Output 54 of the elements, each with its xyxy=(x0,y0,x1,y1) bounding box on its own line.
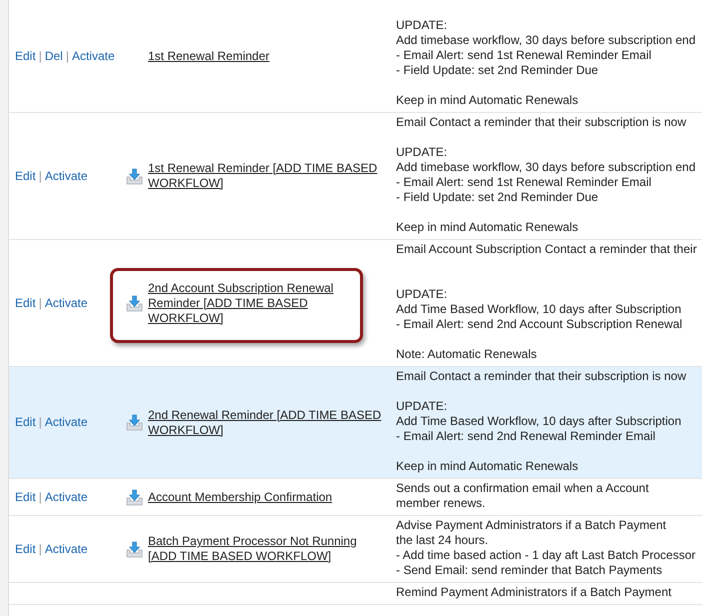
description-line: member renews. xyxy=(396,496,486,511)
description-line: Keep in mind Automatic Renewals xyxy=(396,459,580,474)
rule-name-link[interactable]: 1st Renewal Reminder [ADD TIME BASED WORKFLOW] xyxy=(148,161,383,191)
rule-name-link[interactable]: 1st Renewal Reminder xyxy=(148,48,383,64)
separator: | xyxy=(38,542,43,556)
description-line: - Send Email: send reminder that Batch Payments xyxy=(396,563,664,578)
action-link[interactable]: Activate xyxy=(44,168,88,184)
action-link[interactable]: Activate xyxy=(72,48,115,64)
separator: | xyxy=(38,48,43,64)
action-link[interactable]: Edit xyxy=(15,168,36,184)
description-line: the last 24 hours. xyxy=(396,533,490,548)
rule-name-link[interactable]: Account Membership Confirmation xyxy=(148,490,383,504)
rule-name-link[interactable]: 2nd Account Subscription Renewal Reminder [ADD TIME BASED WORKFLOW] xyxy=(148,280,383,326)
description-line: Add timebase workflow, 30 days before subscription end xyxy=(396,160,697,175)
action-link[interactable]: Edit xyxy=(15,296,36,310)
action-link[interactable]: Edit xyxy=(15,542,36,556)
description-line: Keep in mind Automatic Renewals xyxy=(396,93,580,108)
description-line: - Field Update: set 2nd Reminder Due xyxy=(396,190,600,205)
action-link[interactable]: Activate xyxy=(44,542,88,556)
description-line: Add Time Based Workflow, 10 days after Subscription xyxy=(396,302,682,317)
separator: | xyxy=(64,48,70,64)
description-line: Keep in mind Automatic Renewals xyxy=(396,220,580,235)
description-line: - Email Alert: send 2nd Renewal Reminder Email xyxy=(396,429,656,444)
description-line: Add Time Based Workflow, 10 days after Subscription xyxy=(396,414,682,429)
separator: | xyxy=(38,296,43,310)
action-link[interactable]: Edit xyxy=(15,490,36,504)
description-line: UPDATE: xyxy=(396,287,448,302)
rule-name-link[interactable]: Batch Payment Processor Not Running [ADD TIME BASED WORKFLOW] xyxy=(148,534,383,564)
description-line: Note: Automatic Renewals xyxy=(396,347,538,362)
action-link[interactable]: Activate xyxy=(44,490,88,504)
description-line: - Email Alert: send 2nd Account Subscription Renewal xyxy=(396,317,684,332)
description-line: Remind Payment Administrators if a Batch Payment xyxy=(396,585,672,600)
separator: | xyxy=(38,168,43,184)
description-line: Advise Payment Administrators if a Batch Payment xyxy=(396,518,668,533)
separator: | xyxy=(38,490,43,504)
action-link[interactable]: Activate xyxy=(44,415,88,430)
action-link[interactable]: Edit xyxy=(15,48,36,64)
description-line: - Email Alert: send 1st Renewal Reminder Email xyxy=(396,48,652,63)
description-line: - Add time based action - 1 day aft Last Batch Processor xyxy=(396,548,696,563)
description-line: Email Account Subscription Contact a reminder that their xyxy=(396,242,698,257)
action-link[interactable]: Del xyxy=(44,48,63,64)
description-line: Email Contact a reminder that their subscription is now xyxy=(396,115,688,130)
description-line: UPDATE: xyxy=(396,18,448,33)
description-line: - Field Update: set 2nd Reminder Due xyxy=(396,63,600,78)
description-line: UPDATE: xyxy=(396,399,448,414)
action-link[interactable]: Activate xyxy=(44,296,88,310)
action-link[interactable]: Edit xyxy=(15,415,36,430)
rule-name-link[interactable]: 2nd Renewal Reminder [ADD TIME BASED WORKFLOW] xyxy=(148,408,383,438)
description-line: Add timebase workflow, 30 days before subscription end xyxy=(396,33,697,48)
description-line: Email Contact a reminder that their subscription is now xyxy=(396,369,688,384)
description-line: UPDATE: xyxy=(396,145,448,160)
separator: | xyxy=(38,415,43,430)
description-line: - Email Alert: send 1st Renewal Reminder Email xyxy=(396,175,652,190)
description-line: Sends out a confirmation email when a Account xyxy=(396,481,650,496)
